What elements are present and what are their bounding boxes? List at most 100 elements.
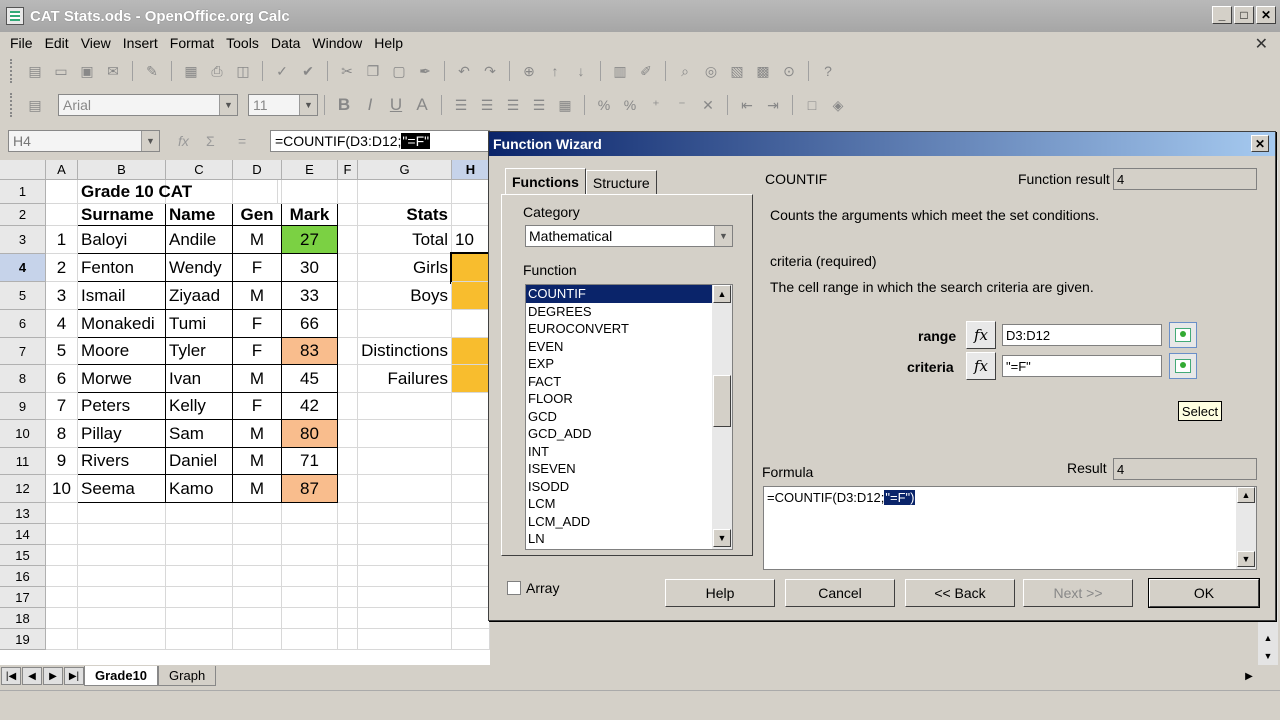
function-list-scrollbar[interactable]: ▲ ▼ (712, 285, 732, 549)
header-name[interactable]: Name (166, 204, 233, 226)
function-list-item[interactable]: DEGREES (526, 303, 712, 321)
cancel-button[interactable]: Cancel (785, 579, 895, 607)
grid-cell[interactable] (452, 587, 490, 608)
redo-icon[interactable]: ↷ (480, 62, 500, 80)
gender-cell[interactable]: M (233, 475, 282, 503)
grid-cell[interactable] (282, 566, 338, 587)
stats-total-label[interactable]: Total (358, 226, 452, 254)
category-select[interactable]: Mathematical ▼ (525, 225, 733, 247)
stats-failures-value[interactable] (452, 365, 490, 393)
stats-distinctions-label[interactable]: Distinctions (338, 338, 452, 365)
grid-cell[interactable] (46, 566, 78, 587)
decimal-add-icon[interactable]: ⁺ (646, 96, 666, 114)
italic-icon[interactable]: I (360, 95, 380, 114)
stats-girls-value[interactable] (450, 252, 490, 284)
menu-tools[interactable]: Tools (220, 35, 265, 51)
grid-cell[interactable] (452, 393, 490, 420)
row-header-14[interactable]: 14 (0, 524, 46, 545)
name-cell[interactable]: Sam (166, 420, 233, 448)
name-cell[interactable]: Tyler (166, 338, 233, 365)
formula-input[interactable]: =COUNTIF(D3:D12; "=F" (270, 130, 490, 152)
sheet-tab-grade10[interactable]: Grade10 (84, 666, 159, 686)
next-button[interactable]: Next >> (1023, 579, 1133, 607)
menu-file[interactable]: File (4, 35, 39, 51)
grid-cell[interactable] (233, 503, 282, 524)
currency-icon[interactable]: % (594, 96, 614, 114)
toolbar-grip[interactable] (10, 59, 14, 83)
borders-icon[interactable]: □ (802, 96, 822, 114)
grid-cell[interactable] (166, 503, 233, 524)
surname-cell[interactable]: Baloyi (78, 226, 166, 254)
grid-cell[interactable] (166, 629, 233, 650)
grid-cell[interactable] (452, 545, 490, 566)
row-header-18[interactable]: 18 (0, 608, 46, 629)
decimal-format-icon[interactable]: ✕ (698, 96, 718, 114)
grid-cell[interactable] (233, 524, 282, 545)
grid-cell[interactable] (358, 545, 452, 566)
surname-cell[interactable]: Pillay (78, 420, 166, 448)
column-header-h[interactable]: H (452, 160, 490, 180)
column-header-f[interactable]: F (338, 160, 358, 180)
grid-cell[interactable] (452, 420, 490, 448)
grid-cell[interactable] (166, 566, 233, 587)
styles-icon[interactable]: ▤ (25, 96, 45, 114)
grid-cell[interactable] (78, 587, 166, 608)
grid-cell[interactable] (358, 180, 452, 204)
grid-cell[interactable] (233, 608, 282, 629)
grid-cell[interactable] (452, 310, 490, 338)
menu-edit[interactable]: Edit (39, 35, 75, 51)
grid-cell[interactable] (78, 545, 166, 566)
grid-cell[interactable] (282, 629, 338, 650)
email-icon[interactable]: ✉ (103, 62, 123, 80)
percent-icon[interactable]: % (620, 96, 640, 114)
row-number[interactable]: 5 (46, 338, 78, 365)
row-header-13[interactable]: 13 (0, 503, 46, 524)
range-input[interactable]: D3:D12 (1002, 324, 1162, 346)
sheet-tab-graph[interactable]: Graph (158, 666, 217, 686)
name-cell[interactable]: Kelly (166, 393, 233, 420)
grid-cell[interactable] (233, 566, 282, 587)
export-pdf-icon[interactable]: ▦ (181, 62, 201, 80)
grid-cell[interactable] (46, 587, 78, 608)
row-header-4[interactable]: 4 (0, 254, 46, 282)
function-icon[interactable]: = (238, 133, 246, 149)
mark-cell[interactable]: 66 (282, 310, 338, 338)
help-button[interactable]: Help (665, 579, 775, 607)
scroll-up-icon[interactable]: ▲ (713, 285, 731, 303)
name-cell[interactable]: Kamo (166, 475, 233, 503)
tab-functions[interactable]: Functions (505, 168, 586, 194)
spellcheck-icon[interactable]: ✓ (272, 62, 292, 80)
row-header-19[interactable]: 19 (0, 629, 46, 650)
name-cell[interactable]: Tumi (166, 310, 233, 338)
row-header-2[interactable]: 2 (0, 204, 46, 226)
grid-cell[interactable] (338, 282, 358, 310)
gender-cell[interactable]: F (233, 254, 282, 282)
grid-cell[interactable] (166, 587, 233, 608)
autospell-icon[interactable]: ✔ (298, 62, 318, 80)
function-list-item[interactable]: EUROCONVERT (526, 320, 712, 338)
grid-cell[interactable] (46, 524, 78, 545)
grid-cell[interactable] (46, 629, 78, 650)
help-icon[interactable]: ? (818, 62, 838, 80)
chevron-down-icon[interactable]: ▼ (714, 226, 732, 246)
name-box[interactable]: H4 ▼ (8, 130, 160, 152)
background-color-icon[interactable]: ◈ (828, 96, 848, 114)
align-left-icon[interactable]: ☰ (451, 96, 471, 114)
format-paintbrush-icon[interactable]: ✒ (415, 62, 435, 80)
hyperlink-icon[interactable]: ⊕ (519, 62, 539, 80)
grid-cell[interactable] (338, 254, 358, 282)
grid-cell[interactable] (452, 475, 490, 503)
function-list-item[interactable]: EVEN (526, 338, 712, 356)
mark-cell[interactable]: 83 (282, 338, 338, 365)
grid-cell[interactable] (46, 204, 78, 226)
back-button[interactable]: << Back (905, 579, 1015, 607)
gender-cell[interactable]: M (233, 365, 282, 393)
scroll-down-icon[interactable]: ▼ (1237, 551, 1255, 567)
row-number[interactable]: 6 (46, 365, 78, 393)
prev-sheet-icon[interactable]: ◀ (22, 667, 42, 685)
font-name-select[interactable]: Arial ▼ (58, 94, 238, 116)
font-color-icon[interactable]: A (412, 95, 432, 114)
row-number[interactable]: 4 (46, 310, 78, 338)
copy-icon[interactable]: ❐ (363, 62, 383, 80)
grid-cell[interactable] (452, 204, 490, 226)
